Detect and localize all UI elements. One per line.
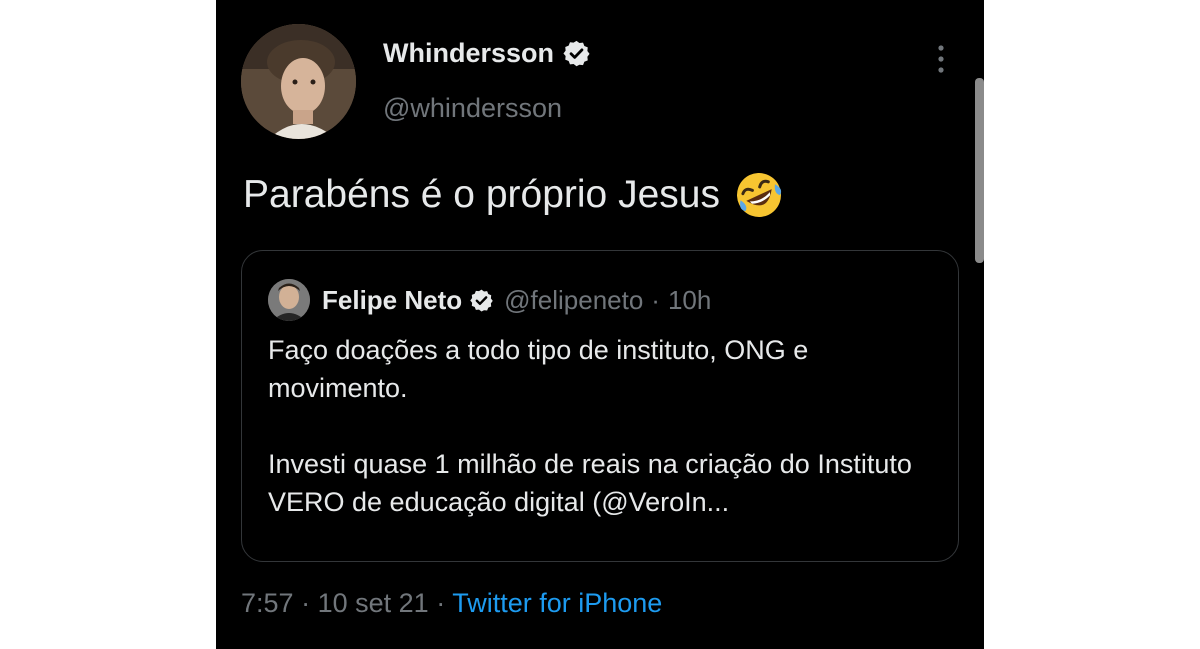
tweet-date[interactable]: 10 set 21 <box>318 588 429 618</box>
quoted-author-name[interactable]: Felipe Neto <box>322 285 462 316</box>
tweet-detail-panel: Whindersson @whindersson Parabéns é o pr… <box>216 0 984 649</box>
scrollbar[interactable] <box>975 78 984 263</box>
author-name[interactable]: Whindersson <box>383 38 554 69</box>
tweet-meta: 7:57 · 10 set 21 · Twitter for iPhone <box>241 588 662 619</box>
author-avatar-image <box>241 24 356 139</box>
author-handle[interactable]: @whindersson <box>383 93 562 124</box>
quoted-author-avatar-image <box>268 279 310 321</box>
meta-separator: · <box>301 588 311 618</box>
verified-badge-icon <box>470 289 493 311</box>
quoted-tweet-age[interactable]: 10h <box>668 285 711 316</box>
verified-badge-icon <box>563 40 590 67</box>
quoted-tweet-body: Faço doações a todo tipo de instituto, O… <box>268 331 938 521</box>
meta-separator: · <box>436 588 446 618</box>
quoted-tweet-header: Felipe Neto @felipeneto · 10h <box>268 279 711 321</box>
tweet-text: Parabéns é o próprio Jesus <box>243 170 784 220</box>
tweet-text-content: Parabéns é o próprio Jesus <box>243 173 720 216</box>
tweet-time[interactable]: 7:57 <box>241 588 294 618</box>
rolling-on-the-floor-laughing-emoji <box>736 173 782 217</box>
author-avatar[interactable] <box>241 24 356 139</box>
quoted-author-handle[interactable]: @felipeneto <box>504 285 643 316</box>
author-name-row[interactable]: Whindersson <box>383 38 591 69</box>
quoted-tweet-card[interactable]: Felipe Neto @felipeneto · 10h Faço doaçõ… <box>241 250 959 562</box>
tweet-source-link[interactable]: Twitter for iPhone <box>452 588 662 618</box>
quoted-separator: · <box>651 284 660 315</box>
quoted-tweet-paragraph-2: Investi quase 1 milhão de reais na criaç… <box>268 449 912 517</box>
quoted-author-avatar[interactable] <box>268 279 310 321</box>
more-vertical-icon[interactable] <box>934 42 948 76</box>
quoted-tweet-paragraph-1: Faço doações a todo tipo de instituto, O… <box>268 335 809 403</box>
